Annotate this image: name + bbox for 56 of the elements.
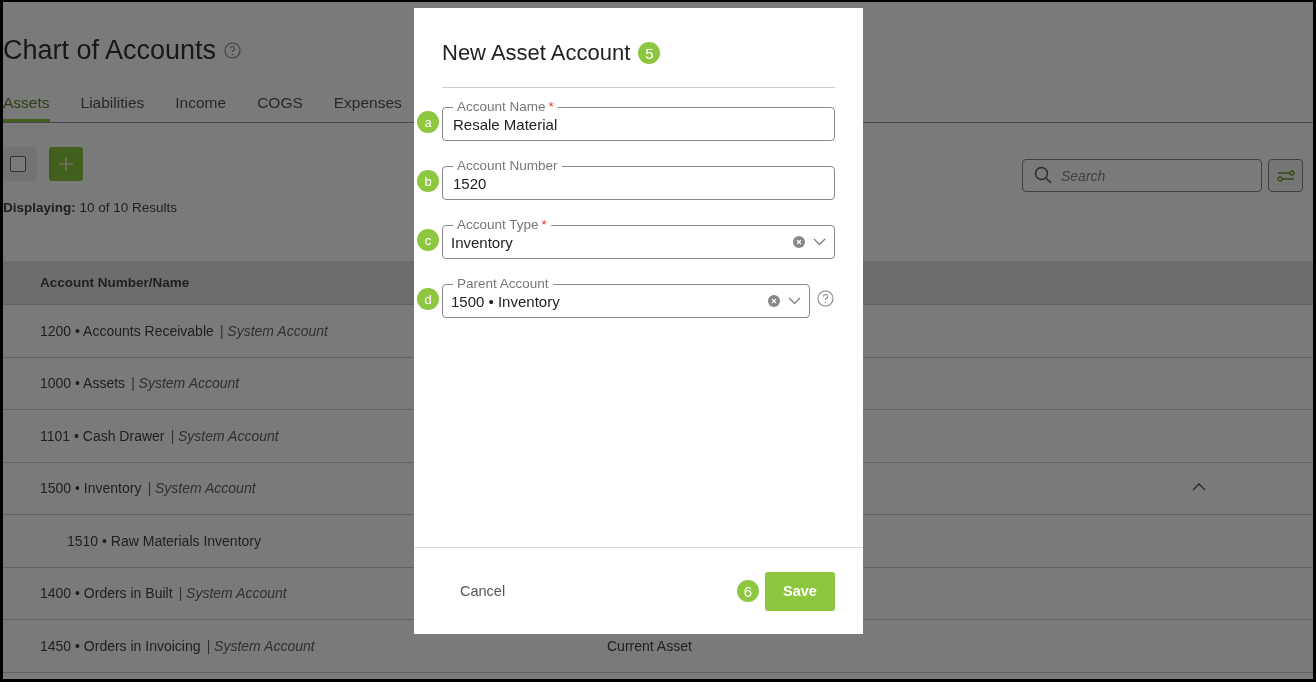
results-count: Displaying: 10 of 10 Results <box>3 200 178 215</box>
account-tag: | System Account <box>206 637 315 654</box>
dialog-title: New Asset Account <box>442 40 631 66</box>
tab[interactable]: Liabilities <box>80 86 145 122</box>
plus-icon <box>59 157 73 171</box>
filter-button[interactable] <box>1268 159 1303 192</box>
tab[interactable]: Assets <box>3 86 50 122</box>
sliders-icon <box>1276 168 1295 183</box>
select-field[interactable]: Account Type * Inventory <box>442 218 835 259</box>
select-field[interactable]: Parent Account 1500 • Inventory <box>442 277 810 318</box>
field-label: Account Name * <box>456 100 555 114</box>
account-name: 1200 • Accounts Receivable <box>40 322 214 339</box>
help-icon[interactable] <box>817 290 834 307</box>
chevron-down-icon[interactable] <box>813 238 826 246</box>
account-name: 1450 • Orders in Invoicing <box>40 637 201 654</box>
account-tag: | System Account <box>219 322 328 339</box>
select-value: Inventory <box>451 233 514 251</box>
step-marker: a <box>417 111 439 133</box>
search-icon <box>1034 166 1052 184</box>
field-label: Parent Account <box>456 277 550 291</box>
account-name: 1400 • Orders in Built <box>40 585 173 602</box>
page-title: Chart of Accounts <box>3 34 217 66</box>
account-tag: | System Account <box>170 427 279 444</box>
chevron-icon[interactable] <box>1192 482 1206 491</box>
step-badge: 5 <box>638 42 661 64</box>
field-label: Account Type * <box>456 218 548 232</box>
account-tag: | System Account <box>147 480 256 497</box>
input-field[interactable]: Account Number 1520 <box>442 159 835 200</box>
help-icon[interactable] <box>224 41 242 59</box>
step-marker: d <box>417 288 439 310</box>
chevron-down-icon[interactable] <box>788 297 801 305</box>
clear-icon[interactable] <box>793 236 805 248</box>
account-name: 1510 • Raw Materials Inventory <box>67 532 261 549</box>
step-marker: c <box>417 229 439 251</box>
account-tag: | System Account <box>131 375 240 392</box>
field-label: Account Number <box>456 159 559 173</box>
field-value: Resale Material <box>452 115 559 133</box>
search-field[interactable]: Search <box>1022 159 1262 192</box>
step-marker: b <box>417 170 439 192</box>
account-type: Current Asset <box>607 637 692 654</box>
cancel-button[interactable]: Cancel <box>454 579 512 603</box>
account-tag: | System Account <box>178 585 287 602</box>
account-name: 1000 • Assets <box>40 375 126 392</box>
select-value: 1500 • Inventory <box>451 292 561 310</box>
tab[interactable]: COGS <box>257 86 303 122</box>
account-name: 1101 • Cash Drawer <box>40 427 165 444</box>
account-name: 1500 • Inventory <box>40 480 142 497</box>
tab[interactable]: Expenses <box>333 86 402 122</box>
input-field[interactable]: Account Name * Resale Material <box>442 100 835 141</box>
select-all-checkbox[interactable] <box>10 156 26 172</box>
save-button[interactable]: Save <box>765 571 835 611</box>
step-badge: 6 <box>737 580 759 602</box>
clear-icon[interactable] <box>768 295 780 307</box>
field-value: 1520 <box>452 174 488 192</box>
column-header: Account Number/Name <box>40 275 190 290</box>
tab[interactable]: Income <box>175 86 227 122</box>
